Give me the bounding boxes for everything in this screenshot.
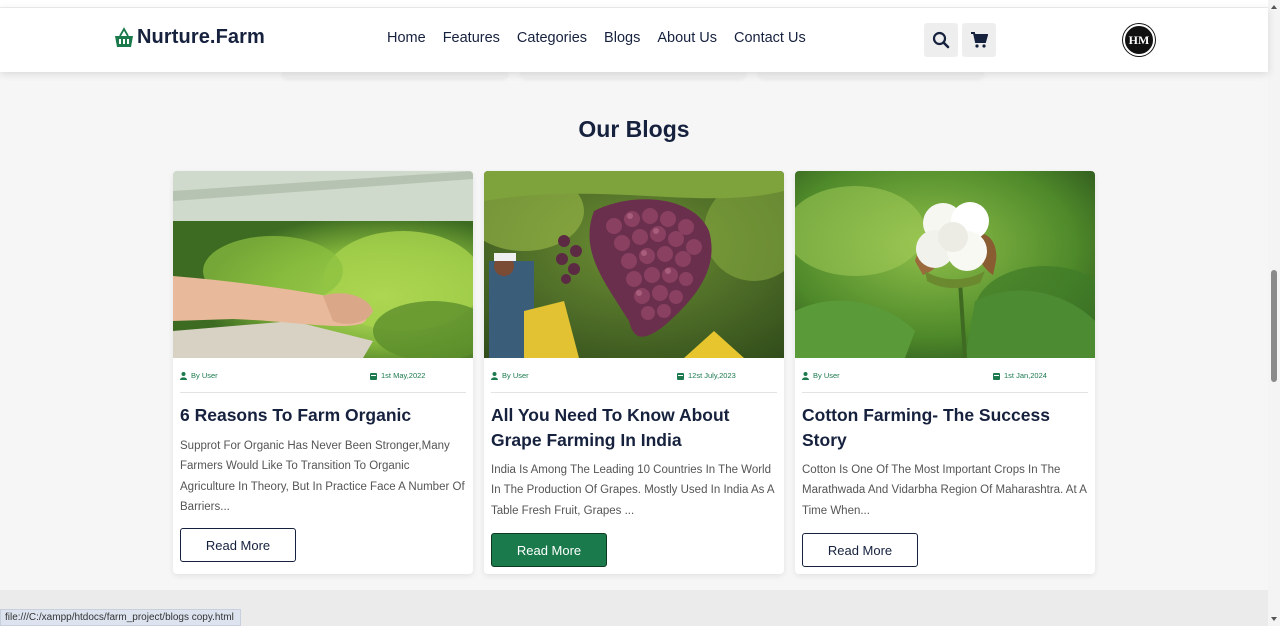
- blog-image-cotton: [795, 171, 1095, 358]
- page-scrollbar[interactable]: [1268, 0, 1280, 626]
- user-avatar[interactable]: HM: [1123, 24, 1155, 56]
- blog-date: 12st July,2023: [677, 371, 736, 380]
- author-label: By User: [813, 371, 840, 380]
- blog-card: By User 1st May,2022 6 Reasons To Farm O…: [173, 171, 473, 574]
- nav-contact-us[interactable]: Contact Us: [734, 30, 806, 46]
- blog-title[interactable]: 6 Reasons To Farm Organic: [180, 403, 463, 428]
- avatar-initials: HM: [1128, 32, 1150, 47]
- cart-icon: [971, 32, 988, 48]
- scroll-down-arrow-icon[interactable]: [1270, 615, 1278, 623]
- user-icon: [802, 371, 809, 380]
- blog-card: By User 1st Jan,2024 Cotton Farming- The…: [795, 171, 1095, 574]
- section-title: Our Blogs: [578, 116, 690, 142]
- blog-image-greenhouse: [173, 171, 473, 358]
- brand-logo[interactable]: Nurture.Farm: [113, 26, 265, 49]
- scroll-up-arrow-icon[interactable]: [1270, 3, 1278, 11]
- blog-excerpt: India Is Among The Leading 10 Countries …: [491, 464, 774, 517]
- main-nav: Home Features Categories Blogs About Us …: [387, 30, 806, 46]
- blog-author: By User: [491, 371, 529, 380]
- blog-excerpt: Supprot For Organic Has Never Been Stron…: [180, 440, 465, 513]
- blog-date: 1st Jan,2024: [993, 371, 1047, 380]
- cart-button[interactable]: [962, 23, 996, 57]
- read-more-button[interactable]: Read More: [491, 533, 607, 567]
- author-label: By User: [502, 371, 529, 380]
- scrollbar-thumb[interactable]: [1271, 270, 1277, 382]
- nav-categories[interactable]: Categories: [517, 30, 587, 46]
- nav-blogs[interactable]: Blogs: [604, 30, 640, 46]
- navbar: Nurture.Farm Home Features Categories Bl…: [0, 8, 1268, 72]
- date-label: 1st May,2022: [381, 371, 426, 380]
- previous-section-edge: [0, 72, 1268, 86]
- blog-date: 1st May,2022: [370, 371, 425, 380]
- blog-title[interactable]: All You Need To Know About Grape Farming…: [491, 403, 774, 453]
- read-more-button[interactable]: Read More: [180, 528, 296, 562]
- ghost-card: [758, 72, 984, 78]
- brand-name: Nurture.Farm: [137, 26, 265, 48]
- nav-features[interactable]: Features: [443, 30, 500, 46]
- blog-image-grapes: [484, 171, 784, 358]
- search-icon: [932, 31, 950, 49]
- blog-title[interactable]: Cotton Farming- The Success Story: [802, 403, 1085, 453]
- ghost-card: [520, 72, 746, 78]
- ghost-card: [282, 72, 508, 78]
- blog-meta: By User 1st Jan,2024: [802, 369, 1088, 393]
- basket-icon: [115, 26, 133, 47]
- blog-card: By User 12st July,2023 All You Need To K…: [484, 171, 784, 574]
- calendar-icon: [677, 372, 684, 380]
- calendar-icon: [370, 372, 377, 380]
- blog-excerpt: Cotton Is One Of The Most Important Crop…: [802, 464, 1087, 517]
- blog-meta: By User 1st May,2022: [180, 369, 466, 393]
- top-strip: [0, 0, 1268, 8]
- blog-author: By User: [180, 371, 218, 380]
- search-button[interactable]: [924, 23, 958, 57]
- date-label: 12st July,2023: [688, 371, 736, 380]
- nav-home[interactable]: Home: [387, 30, 426, 46]
- user-icon: [180, 371, 187, 380]
- nav-about-us[interactable]: About Us: [657, 30, 717, 46]
- user-icon: [491, 371, 498, 380]
- author-label: By User: [191, 371, 218, 380]
- read-more-button[interactable]: Read More: [802, 533, 918, 567]
- blog-meta: By User 12st July,2023: [491, 369, 777, 393]
- status-bar-url: file:///C:/xampp/htdocs/farm_project/blo…: [0, 609, 241, 626]
- date-label: 1st Jan,2024: [1004, 371, 1047, 380]
- blog-author: By User: [802, 371, 840, 380]
- calendar-icon: [993, 372, 1000, 380]
